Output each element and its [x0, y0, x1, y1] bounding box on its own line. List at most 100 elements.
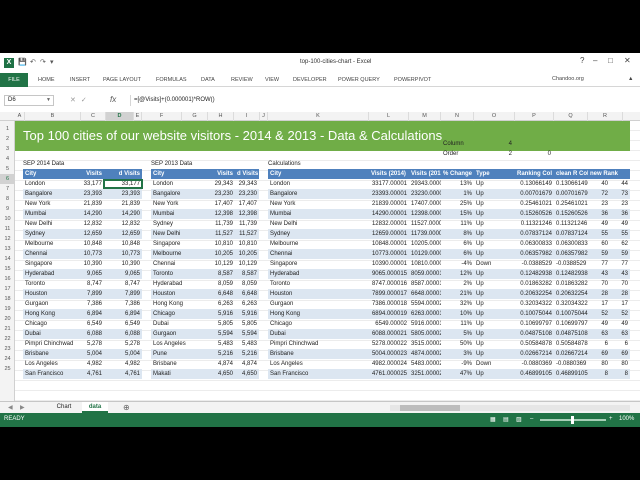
enter-icon[interactable]: ✓: [81, 97, 92, 104]
sheet-tab-chart[interactable]: Chart: [48, 402, 80, 413]
table-cell[interactable]: 8587.000015: [409, 279, 441, 289]
scroll-right-icon[interactable]: ▶: [20, 404, 25, 411]
table-cell[interactable]: 0.32034322: [554, 299, 588, 309]
table-cell[interactable]: 0.46899105: [554, 369, 588, 379]
table-cell[interactable]: 6549.00002: [369, 319, 409, 329]
table-cell[interactable]: 6263.000018: [409, 309, 441, 319]
table-cell[interactable]: 11,739: [205, 219, 235, 229]
table-cell[interactable]: 4,982: [79, 359, 104, 369]
table-cell[interactable]: 4,650: [235, 369, 259, 379]
tab-insert[interactable]: INSERT: [70, 77, 90, 83]
table-cell[interactable]: 0.15260526: [554, 209, 588, 219]
file-tab[interactable]: FILE: [0, 73, 28, 87]
table-cell[interactable]: 62: [610, 239, 630, 249]
row-header[interactable]: 17: [0, 284, 15, 294]
table-cell[interactable]: -0.0880369: [515, 359, 554, 369]
table-cell[interactable]: 23230.00001: [409, 189, 441, 199]
table-cell[interactable]: Chennai: [23, 249, 79, 259]
add-sheet-icon[interactable]: ⊕: [123, 403, 130, 412]
table-cell[interactable]: 14,290: [79, 209, 104, 219]
maximize-icon[interactable]: □: [608, 56, 613, 65]
table-cell[interactable]: Up: [474, 329, 515, 339]
table-cell[interactable]: Makati: [151, 369, 205, 379]
tab-power-query[interactable]: POWER QUERY: [338, 77, 380, 83]
table-cell[interactable]: 12,659: [104, 229, 142, 239]
table-cell[interactable]: 14290.00001: [369, 209, 409, 219]
table-cell[interactable]: 5,916: [235, 309, 259, 319]
table-cell[interactable]: -9%: [441, 359, 474, 369]
name-box[interactable]: D6 ▼: [4, 95, 54, 106]
table-cell[interactable]: 10%: [441, 309, 474, 319]
table-cell[interactable]: 9,065: [79, 269, 104, 279]
close-icon[interactable]: ✕: [624, 56, 631, 65]
table-cell[interactable]: 55: [588, 229, 610, 239]
table-cell[interactable]: 1%: [441, 189, 474, 199]
table-cell[interactable]: 44: [610, 179, 630, 189]
table-cell[interactable]: Brisbane: [151, 359, 205, 369]
table-cell[interactable]: 0.06357982: [515, 249, 554, 259]
table-cell[interactable]: 10,773: [104, 249, 142, 259]
table-cell[interactable]: New York: [268, 199, 369, 209]
table-cell[interactable]: 8,059: [235, 279, 259, 289]
zoom-knob[interactable]: [571, 416, 574, 424]
table-cell[interactable]: 4,874: [205, 359, 235, 369]
undo-icon[interactable]: ↶: [30, 58, 36, 68]
table-cell[interactable]: 11%: [441, 319, 474, 329]
table-cell[interactable]: San Francisco: [23, 369, 79, 379]
table-cell[interactable]: 6,088: [104, 329, 142, 339]
table-cell[interactable]: 4,874: [235, 359, 259, 369]
table-cell[interactable]: 10,205: [235, 249, 259, 259]
table-cell[interactable]: 8,747: [104, 279, 142, 289]
table-cell[interactable]: 6: [588, 339, 610, 349]
horizontal-scrollbar[interactable]: [390, 405, 630, 411]
table-cell[interactable]: 50%: [441, 339, 474, 349]
table-cell[interactable]: 11,527: [205, 229, 235, 239]
table-cell[interactable]: 10,848: [104, 239, 142, 249]
tab-data[interactable]: DATA: [201, 77, 215, 83]
table-cell[interactable]: Sydney: [268, 229, 369, 239]
table-cell[interactable]: 11527.00001: [409, 219, 441, 229]
table-cell[interactable]: 8,747: [79, 279, 104, 289]
table-cell[interactable]: 15%: [441, 209, 474, 219]
table-cell[interactable]: -0.0388529: [515, 259, 554, 269]
column-header[interactable]: J: [260, 112, 268, 121]
table-cell[interactable]: 5594.000021: [409, 299, 441, 309]
table-cell[interactable]: 12659.00001: [369, 229, 409, 239]
row-header[interactable]: 24: [0, 354, 15, 364]
table-cell[interactable]: 6894.000019: [369, 309, 409, 319]
table-cell[interactable]: 6%: [441, 239, 474, 249]
table-cell[interactable]: Chennai: [151, 259, 205, 269]
table-cell[interactable]: 63: [610, 329, 630, 339]
table-cell[interactable]: 2%: [441, 279, 474, 289]
table-cell[interactable]: 0.15260526: [515, 209, 554, 219]
table-cell[interactable]: 5,483: [235, 339, 259, 349]
table-cell[interactable]: Up: [474, 199, 515, 209]
column-header[interactable]: O: [474, 112, 515, 121]
table-cell[interactable]: Houston: [151, 289, 205, 299]
column-header[interactable]: P: [515, 112, 554, 121]
table-cell[interactable]: Hyderabad: [23, 269, 79, 279]
table-cell[interactable]: Hyderabad: [151, 279, 205, 289]
table-cell[interactable]: 4,650: [205, 369, 235, 379]
table-cell[interactable]: San Francisco: [268, 369, 369, 379]
row-header[interactable]: 15: [0, 264, 15, 274]
row-header[interactable]: 25: [0, 364, 15, 374]
table-cell[interactable]: 10,848: [79, 239, 104, 249]
table-cell[interactable]: 5483.000022: [409, 359, 441, 369]
table-cell[interactable]: Hyderabad: [268, 269, 369, 279]
table-cell[interactable]: Chicago: [151, 309, 205, 319]
table-cell[interactable]: 6,894: [79, 309, 104, 319]
order-value[interactable]: 2: [485, 149, 514, 159]
table-cell[interactable]: 6: [610, 339, 630, 349]
tab-home[interactable]: HOME: [38, 77, 55, 83]
table-cell[interactable]: -4%: [441, 259, 474, 269]
table-cell[interactable]: 6,263: [205, 299, 235, 309]
table-cell[interactable]: 29,343: [235, 179, 259, 189]
table-cell[interactable]: Up: [474, 319, 515, 329]
row-header[interactable]: 23: [0, 344, 15, 354]
table-cell[interactable]: 69: [610, 349, 630, 359]
help-icon[interactable]: ?: [580, 56, 584, 65]
table-cell[interactable]: Sydney: [23, 229, 79, 239]
table-cell[interactable]: 5,594: [205, 329, 235, 339]
table-cell[interactable]: 0.00701679: [554, 189, 588, 199]
